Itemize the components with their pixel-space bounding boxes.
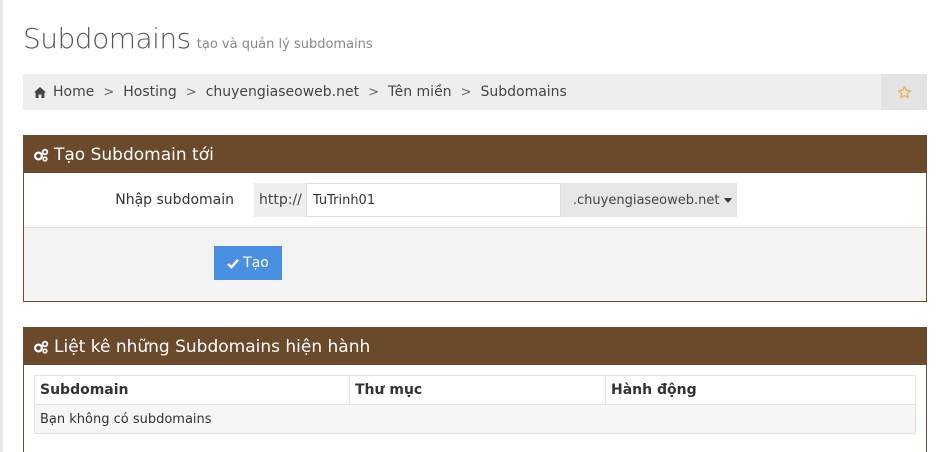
breadcrumb-domains[interactable]: Tên miền [388, 84, 452, 100]
breadcrumb-separator: > [103, 84, 115, 100]
create-button-label: Tạo [243, 255, 269, 271]
subdomain-input[interactable] [305, 183, 561, 217]
create-panel-header: Tạo Subdomain tới [24, 136, 926, 173]
table-header-row: Subdomain Thư mục Hành động [34, 375, 916, 405]
subdomain-form-row: Nhập subdomain http:// .chuyengiaseoweb.… [24, 173, 926, 228]
list-panel-title: Liệt kê những Subdomains hiện hành [54, 336, 371, 357]
subdomain-table: Subdomain Thư mục Hành động Bạn không có… [34, 375, 916, 434]
subdomain-input-group: http:// .chuyengiaseoweb.net [254, 183, 737, 217]
column-folder: Thư mục [349, 375, 606, 405]
caret-down-icon [724, 197, 733, 203]
cogs-icon [33, 148, 49, 162]
subdomain-table-wrap: Subdomain Thư mục Hành động Bạn không có… [24, 365, 926, 434]
table-row: Bạn không có subdomains [34, 404, 916, 434]
cogs-icon [33, 340, 49, 354]
breadcrumb-domain[interactable]: chuyengiaseoweb.net [206, 84, 359, 100]
create-form-footer: Tạo [24, 228, 926, 301]
breadcrumb-separator: > [185, 84, 197, 100]
breadcrumb: Home > Hosting > chuyengiaseoweb.net > T… [23, 74, 927, 110]
home-icon [34, 86, 46, 98]
http-prefix: http:// [254, 183, 306, 217]
page-left-edge [0, 0, 3, 452]
page-title: Subdomains [23, 22, 191, 55]
breadcrumb-home[interactable]: Home [33, 84, 94, 100]
page-header: Subdomains tạo và quản lý subdomains [23, 22, 373, 55]
subdomain-list-panel: Liệt kê những Subdomains hiện hành Subdo… [23, 327, 927, 452]
breadcrumb-label-home: Home [53, 84, 95, 100]
star-icon [897, 85, 911, 98]
page-subtitle: tạo và quản lý subdomains [196, 37, 373, 52]
breadcrumb-separator: > [368, 84, 380, 100]
breadcrumb-items: Home > Hosting > chuyengiaseoweb.net > T… [23, 84, 881, 100]
create-subdomain-panel: Tạo Subdomain tới Nhập subdomain http://… [23, 135, 927, 302]
column-subdomain: Subdomain [34, 375, 350, 405]
breadcrumb-separator: > [460, 84, 472, 100]
list-panel-header: Liệt kê những Subdomains hiện hành [24, 328, 926, 365]
subdomain-label: Nhập subdomain [115, 192, 234, 208]
domain-dropdown[interactable]: .chuyengiaseoweb.net [560, 183, 737, 217]
breadcrumb-hosting[interactable]: Hosting [123, 84, 177, 100]
domain-dropdown-value: .chuyengiaseoweb.net [572, 192, 720, 208]
check-icon [227, 258, 240, 269]
create-panel-title: Tạo Subdomain tới [54, 144, 214, 165]
create-button[interactable]: Tạo [214, 246, 282, 280]
favorite-button[interactable] [881, 74, 927, 110]
column-actions: Hành động [605, 375, 916, 405]
breadcrumb-current: Subdomains [480, 84, 567, 100]
empty-message: Bạn không có subdomains [34, 404, 916, 434]
